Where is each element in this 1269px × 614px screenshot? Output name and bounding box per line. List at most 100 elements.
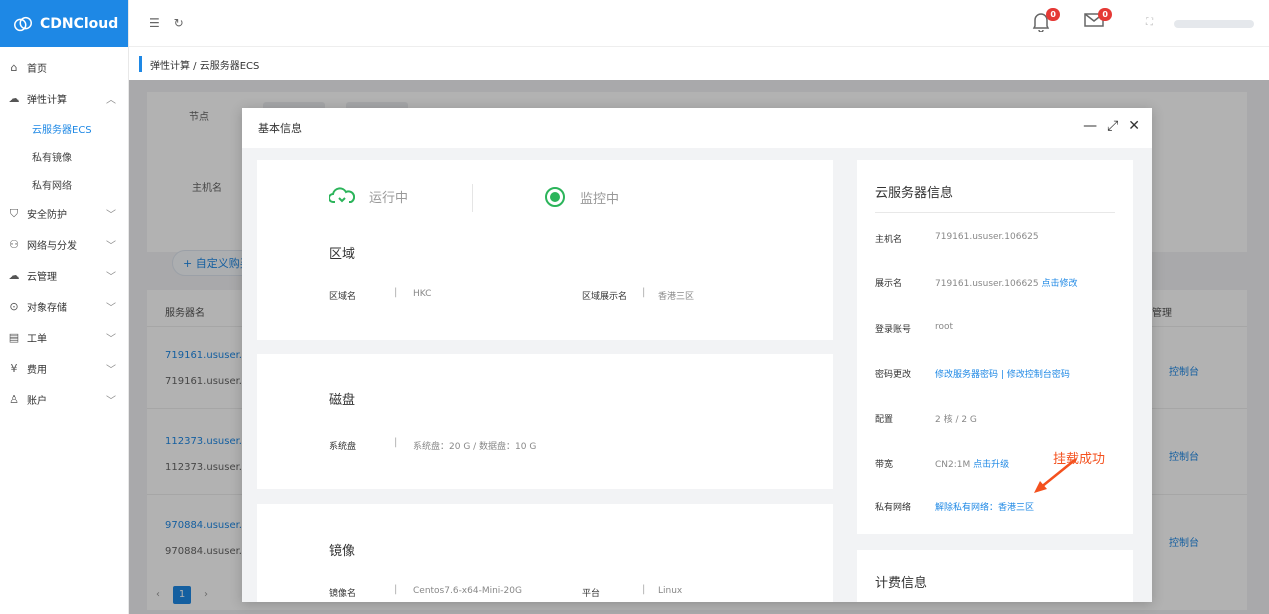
chevron-up-icon: ︿	[106, 95, 116, 106]
basic-info-modal: 基本信息 — ⤢ ✕ 运行中 监控中 区域 区域名 | HKC 区域展示名 | …	[242, 108, 1152, 602]
bandwidth-value: CN2:1M	[935, 460, 971, 470]
notification-badge: 0	[1046, 8, 1060, 21]
billing-card: 计费信息	[857, 550, 1133, 602]
yen-icon: ¥	[10, 362, 18, 375]
chevron-down-icon: ﹀	[106, 334, 116, 345]
logo-icon	[14, 16, 32, 31]
chevron-down-icon: ﹀	[106, 365, 116, 376]
hostname-value: 719161.ususer.106625	[935, 232, 1039, 242]
sidebar-item-label: 工单	[27, 334, 47, 345]
status-running: 运行中	[329, 186, 408, 206]
config-key: 配置	[875, 415, 894, 425]
cloud-manage-icon: ☁	[8, 269, 20, 282]
cloud-icon: ☁	[8, 92, 20, 105]
user-icon: ♙	[9, 393, 19, 406]
region-title: 区域	[329, 247, 356, 262]
monitor-dot-icon	[545, 187, 565, 207]
maximize-icon[interactable]: ⤢	[1107, 118, 1118, 134]
breadcrumb-marker	[139, 56, 142, 72]
network-icon: ⚇	[9, 238, 19, 251]
shield-icon: ⛉	[9, 206, 19, 220]
sidebar-item-label: 安全防护	[27, 210, 67, 221]
annotation-arrow-icon	[1034, 458, 1077, 493]
sidebar-item-label: 弹性计算	[27, 95, 67, 106]
sidebar-item-label: 网络与分发	[27, 241, 77, 252]
refresh-icon[interactable]: ↻	[174, 16, 184, 30]
server-info-title: 云服务器信息	[875, 186, 954, 201]
user-menu[interactable]	[1174, 20, 1254, 28]
config-value: 2 核 / 2 G	[935, 415, 977, 425]
sidebar-item-home[interactable]: ⌂ 首页	[0, 52, 128, 83]
menu-toggle-icon[interactable]: ☰	[149, 16, 160, 30]
sidebar-subitem-private-network[interactable]: 私有网络	[0, 170, 128, 198]
sidebar-item-security[interactable]: ⛉ 安全防护 ﹀	[0, 198, 128, 229]
bandwidth-key: 带宽	[875, 460, 894, 470]
disk-card: 磁盘 系统盘 | 系统盘：20 G / 数据盘：10 G	[257, 354, 833, 489]
topbar: ☰ ↻ 0 0 ⛶	[129, 0, 1269, 47]
sidebar-item-label: 账户	[27, 396, 47, 407]
sidebar-subitem-ecs[interactable]: 云服务器ECS	[0, 114, 128, 142]
minimize-icon[interactable]: —	[1083, 118, 1097, 134]
upgrade-bandwidth-link[interactable]: 点击升级	[973, 460, 1009, 470]
fullscreen-icon[interactable]: ⛶	[1146, 17, 1153, 28]
notification-bell[interactable]: 0	[1032, 8, 1060, 33]
sidebar-item-label: 首页	[27, 64, 47, 75]
hostname-key: 主机名	[875, 235, 903, 245]
sidebar-item-compute[interactable]: ☁ 弹性计算 ︿	[0, 83, 128, 114]
disk-title: 磁盘	[329, 393, 356, 408]
sidebar-item-fees[interactable]: ¥ 费用 ﹀	[0, 353, 128, 384]
sidebar-subitem-private-image[interactable]: 私有镜像	[0, 142, 128, 170]
image-card: 镜像 镜像名 | Centos7.6-x64-Mini-20G 平台 | Lin…	[257, 504, 833, 602]
region-name-key: 区域名	[329, 292, 357, 302]
change-server-password-link[interactable]: 修改服务器密码	[935, 370, 998, 380]
sidebar-item-cloud-manage[interactable]: ☁ 云管理 ﹀	[0, 260, 128, 291]
password-change-key: 密码更改	[875, 370, 912, 380]
close-icon[interactable]: ✕	[1128, 118, 1140, 134]
login-account-value: root	[935, 322, 954, 332]
sidebar-item-label: 费用	[27, 365, 47, 376]
image-name-value: Centos7.6-x64-Mini-20G	[413, 586, 522, 596]
ticket-icon: ▤	[8, 331, 20, 344]
sidebar: CDNCloud ⌂ 首页 ☁ 弹性计算 ︿ 云服务器ECS 私有镜像 私有网络…	[0, 0, 129, 614]
sidebar-item-storage[interactable]: ⊙ 对象存储 ﹀	[0, 291, 128, 322]
status-monitoring: 监控中	[544, 186, 619, 208]
display-name-key: 展示名	[875, 279, 903, 289]
sidebar-item-label: 对象存储	[27, 303, 67, 314]
modal-header: 基本信息 — ⤢ ✕	[242, 108, 1152, 148]
detach-private-network-link[interactable]: 解除私有网络：香港三区	[935, 500, 1034, 513]
image-name-key: 镜像名	[329, 589, 357, 599]
platform-value: Linux	[658, 586, 683, 596]
system-disk-key: 系统盘	[329, 442, 357, 452]
display-name-value: 719161.ususer.106625	[935, 279, 1039, 289]
system-disk-value: 系统盘：20 G / 数据盘：10 G	[413, 442, 537, 452]
change-console-password-link[interactable]: 修改控制台密码	[1007, 370, 1070, 380]
platform-key: 平台	[582, 589, 601, 599]
chevron-down-icon: ﹀	[106, 396, 116, 407]
status-region-card: 运行中 监控中 区域 区域名 | HKC 区域展示名 | 香港三区	[257, 160, 833, 340]
region-name-value: HKC	[413, 289, 432, 299]
login-account-key: 登录账号	[875, 325, 912, 335]
brand-header[interactable]: CDNCloud	[0, 0, 128, 47]
private-network-key: 私有网络	[875, 503, 912, 513]
image-title: 镜像	[329, 544, 356, 559]
server-info-card: 云服务器信息 主机名 719161.ususer.106625 展示名 7191…	[857, 160, 1133, 534]
sidebar-item-ticket[interactable]: ▤ 工单 ﹀	[0, 322, 128, 353]
chevron-down-icon: ﹀	[106, 303, 116, 314]
sidebar-item-network[interactable]: ⚇ 网络与分发 ﹀	[0, 229, 128, 260]
sidebar-item-account[interactable]: ♙ 账户 ﹀	[0, 384, 128, 415]
brand-name: CDNCloud	[40, 15, 119, 32]
region-display-value: 香港三区	[658, 292, 695, 302]
chevron-down-icon: ﹀	[106, 241, 116, 252]
status-monitoring-label: 监控中	[580, 191, 620, 207]
edit-display-name-link[interactable]: 点击修改	[1042, 279, 1078, 289]
messages-button[interactable]: 0	[1084, 8, 1112, 32]
home-icon: ⌂	[10, 61, 18, 74]
region-display-key: 区域展示名	[582, 292, 628, 302]
status-running-label: 运行中	[369, 190, 409, 206]
cloud-sync-icon	[329, 187, 355, 203]
billing-title: 计费信息	[875, 576, 928, 591]
chevron-down-icon: ﹀	[106, 272, 116, 283]
breadcrumb-text: 弹性计算 / 云服务器ECS	[150, 60, 260, 72]
sidebar-item-label: 云管理	[27, 272, 57, 283]
modal-title: 基本信息	[258, 122, 302, 135]
